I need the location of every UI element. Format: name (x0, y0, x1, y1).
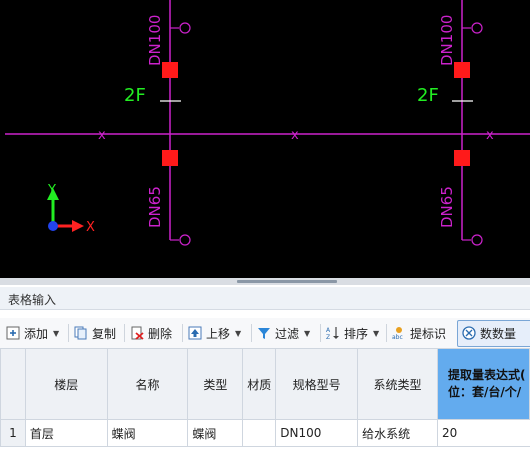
copy-label: 复制 (92, 326, 117, 341)
table-header-row: 楼层 名称 类型 材质 规格型号 系统类型 提取量表达式( 位：套/台/个/ (0, 348, 530, 420)
axis-y-label: Y (47, 183, 56, 198)
column-header-system[interactable]: 系统类型 (357, 348, 438, 420)
count-icon (462, 326, 476, 340)
splitter-grip[interactable] (237, 280, 337, 283)
filter-button[interactable]: 过滤 ▼ (257, 322, 310, 344)
valve-symbol[interactable] (162, 62, 178, 78)
cell-floor[interactable]: 首层 (24, 419, 108, 447)
toolbar-divider (68, 324, 69, 342)
identify-label: 提标识 (410, 326, 447, 341)
cross-label: x (98, 128, 106, 143)
valve-symbol[interactable] (454, 150, 470, 166)
toolbar-divider (182, 324, 183, 342)
chevron-down-icon[interactable]: ▼ (53, 329, 59, 338)
axis-origin (48, 221, 58, 231)
pipe-label-lower-left: DN65 (146, 186, 164, 228)
svg-text:A: A (326, 327, 331, 334)
row-number-header (0, 348, 26, 420)
pipe-label-upper-left: DN100 (146, 15, 164, 66)
move-up-label: 上移 (206, 326, 231, 341)
pipe-label-lower-right: DN65 (438, 186, 456, 228)
delete-icon (130, 326, 144, 340)
copy-icon (74, 326, 88, 340)
sort-label: 排序 (344, 326, 369, 341)
column-header-material[interactable]: 材质 (242, 348, 277, 420)
table-row[interactable]: 1 首层 蝶阀 蝶阀 DN100 给水系统 20 (0, 419, 530, 447)
pipe-end-marker (179, 22, 191, 34)
expression-header-line-2: 位：套/台/个/ (447, 385, 522, 399)
chevron-down-icon[interactable]: ▼ (373, 329, 379, 338)
delete-label: 删除 (148, 326, 173, 341)
row-number[interactable]: 1 (0, 419, 26, 447)
pipe-end-marker (471, 234, 483, 246)
add-button[interactable]: 添加 ▼ (6, 322, 59, 344)
filter-icon (257, 326, 271, 340)
count-button[interactable]: 数数量 (457, 320, 530, 347)
floor-label-right: 2F (417, 85, 439, 106)
floor-label-left: 2F (124, 85, 146, 106)
data-table: 楼层 名称 类型 材质 规格型号 系统类型 提取量表达式( 位：套/台/个/ 1… (0, 348, 530, 449)
cad-drawing: DN100 DN100 DN65 DN65 2F 2F x x x Y X (5, 0, 530, 246)
plus-icon (6, 326, 20, 340)
toolbar-divider (386, 324, 387, 342)
sort-icon: AZ (326, 326, 340, 341)
panel-splitter[interactable] (0, 278, 530, 285)
column-header-type[interactable]: 类型 (187, 348, 244, 420)
cell-system[interactable]: 给水系统 (357, 419, 438, 447)
cross-label: x (486, 128, 494, 143)
pipe-label-upper-right: DN100 (438, 15, 456, 66)
valve-symbol[interactable] (454, 62, 470, 78)
svg-text:abc: abc (392, 334, 403, 340)
axis-x-label: X (86, 220, 95, 235)
pipe-end-marker (471, 22, 483, 34)
column-header-floor[interactable]: 楼层 (24, 348, 108, 420)
cell-expression[interactable]: 20 (436, 419, 530, 447)
column-header-name[interactable]: 名称 (106, 348, 189, 420)
cell-type[interactable]: 蝶阀 (187, 419, 244, 447)
cross-label: x (291, 128, 299, 143)
column-header-expression[interactable]: 提取量表达式( 位：套/台/个/ (436, 348, 530, 420)
identify-icon: abc (392, 326, 406, 341)
toolbar-divider (320, 324, 321, 342)
svg-text:Z: Z (326, 334, 330, 340)
cell-name[interactable]: 蝶阀 (106, 419, 189, 447)
identify-button[interactable]: abc 提标识 (392, 322, 446, 344)
filter-label: 过滤 (275, 326, 300, 341)
chevron-down-icon[interactable]: ▼ (304, 329, 310, 338)
count-label: 数数量 (480, 326, 517, 341)
cell-spec[interactable]: DN100 (275, 419, 359, 447)
panel-header: 表格输入 (0, 287, 530, 310)
delete-button[interactable]: 删除 (130, 322, 172, 344)
sort-button[interactable]: AZ 排序 ▼ (326, 322, 379, 344)
add-label: 添加 (24, 326, 49, 341)
cad-canvas[interactable]: DN100 DN100 DN65 DN65 2F 2F x x x Y X (0, 0, 530, 278)
toolbar-divider (124, 324, 125, 342)
expression-header-line-1: 提取量表达式( (447, 368, 526, 382)
toolbar-divider (251, 324, 252, 342)
pipe-end-marker (179, 234, 191, 246)
copy-button[interactable]: 复制 (74, 322, 116, 344)
arrow-up-icon (188, 326, 202, 340)
panel-title: 表格输入 (8, 293, 57, 307)
column-header-spec[interactable]: 规格型号 (275, 348, 359, 420)
chevron-down-icon[interactable]: ▼ (235, 329, 241, 338)
valve-symbol[interactable] (162, 150, 178, 166)
move-up-button[interactable]: 上移 ▼ (188, 322, 241, 344)
cell-material[interactable] (242, 419, 277, 447)
table-toolbar: 添加 ▼ 复制 删除 上移 ▼ 过滤 ▼ AZ 排序 ▼ abc 提标识 数数量 (0, 318, 530, 349)
